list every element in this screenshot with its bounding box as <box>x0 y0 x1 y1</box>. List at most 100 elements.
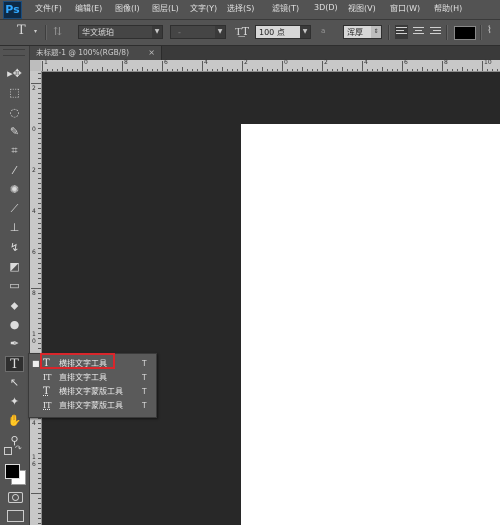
text-color-swatch[interactable] <box>454 26 476 40</box>
ruler-tick <box>38 148 41 149</box>
menu-select[interactable]: 选择(S) <box>227 3 254 14</box>
crop-tool[interactable]: ⌗ <box>5 143 24 159</box>
dodge-tool[interactable]: ● <box>5 317 24 333</box>
document-canvas[interactable] <box>241 124 500 525</box>
ruler-tick <box>31 493 41 494</box>
ruler-label: 6 <box>32 249 36 256</box>
orientation-toggle-icon[interactable]: ⇅ <box>53 25 62 38</box>
ruler-tick <box>38 273 41 274</box>
align-center-button[interactable] <box>412 25 425 39</box>
ruler-tick <box>31 288 41 289</box>
font-size-select[interactable]: 100 点 ▼ <box>255 25 311 39</box>
lasso-tool[interactable]: ◌ <box>5 105 24 121</box>
ruler-origin[interactable] <box>30 60 41 71</box>
quick-select-tool[interactable]: ✎ <box>5 124 24 140</box>
default-colors-icon[interactable] <box>4 447 12 455</box>
type-tool[interactable]: T <box>5 356 24 372</box>
font-family-select[interactable]: 华文琥珀 ▼ <box>78 25 163 39</box>
ruler-tick <box>357 69 358 71</box>
ruler-tick <box>38 348 41 349</box>
ruler-tick <box>387 69 388 71</box>
flyout-item-vertical-type-mask[interactable]: IT 直排文字蒙版工具 T <box>29 399 156 413</box>
menu-image[interactable]: 图像(I) <box>115 3 140 14</box>
menu-view[interactable]: 视图(V) <box>348 3 376 14</box>
ruler-label: 10 <box>484 59 492 66</box>
shape-tool[interactable]: ✦ <box>5 394 24 410</box>
ruler-tick <box>38 118 41 119</box>
eraser-tool[interactable]: ◩ <box>5 259 24 275</box>
chevron-down-icon: ▼ <box>300 26 310 38</box>
ruler-tick <box>367 69 368 71</box>
quick-mask-icon[interactable] <box>8 492 23 503</box>
ruler-tick <box>38 478 41 479</box>
ruler-tick <box>38 298 41 299</box>
brush-tool[interactable]: ⟋ <box>5 201 24 217</box>
ruler-tick <box>38 473 41 474</box>
flyout-item-vertical-type[interactable]: IT 直排文字工具 T <box>29 371 156 385</box>
horizontal-ruler[interactable]: 1 0 8 6 4 2 0 2 4 6 8 10 <box>30 59 500 72</box>
ruler-tick <box>38 253 41 254</box>
ruler-tick <box>417 69 418 71</box>
align-left-button[interactable] <box>395 25 408 39</box>
ruler-label: 1 <box>44 59 48 66</box>
move-tool[interactable]: ▸✥ <box>5 66 24 82</box>
vertical-ruler[interactable]: 2024681 01 21 41 6 <box>30 71 42 525</box>
flyout-item-horizontal-type-mask[interactable]: T 横排文字蒙版工具 T <box>29 385 156 399</box>
panel-grip[interactable] <box>3 49 25 56</box>
ruler-label: 1 6 <box>32 454 36 468</box>
ruler-tick <box>31 83 41 84</box>
ruler-tick <box>82 61 83 71</box>
path-select-tool[interactable]: ↖ <box>5 375 24 391</box>
menu-edit[interactable]: 编辑(E) <box>75 3 102 14</box>
ruler-tick <box>212 69 213 71</box>
screen-mode-icon[interactable] <box>7 510 24 522</box>
ruler-tick <box>317 69 318 71</box>
menu-type[interactable]: 文字(Y) <box>190 3 217 14</box>
ruler-tick <box>242 61 243 71</box>
warp-text-icon[interactable]: ⌇ <box>487 25 492 36</box>
ruler-tick <box>38 233 41 234</box>
ruler-tick <box>38 308 41 309</box>
menu-layer[interactable]: 图层(L) <box>152 3 179 14</box>
ruler-tick <box>437 69 438 71</box>
marquee-tool[interactable]: ⬚ <box>5 85 24 101</box>
menu-filter[interactable]: 滤镜(T) <box>272 3 299 14</box>
blur-tool[interactable]: ⬥ <box>5 298 24 314</box>
tool-preset-picker[interactable]: T <box>17 23 26 38</box>
close-icon[interactable]: × <box>148 46 155 60</box>
ruler-tick <box>38 338 41 339</box>
ruler-tick <box>287 69 288 71</box>
menu-file[interactable]: 文件(F) <box>35 3 62 14</box>
eyedropper-tool[interactable]: ⁄ <box>5 163 24 179</box>
ruler-tick <box>38 143 41 144</box>
ruler-tick <box>262 67 263 71</box>
ruler-tick <box>412 69 413 71</box>
ruler-tick <box>38 438 41 439</box>
hand-tool[interactable]: ✋ <box>5 413 24 429</box>
clone-stamp-tool[interactable]: ⊥ <box>5 220 24 236</box>
font-size-icon: T͟T <box>235 25 250 38</box>
ruler-tick <box>38 93 41 94</box>
menu-help[interactable]: 帮助(H) <box>434 3 462 14</box>
chevron-down-icon[interactable]: ▾ <box>34 28 37 35</box>
document-tab[interactable]: 未标题-1 @ 100%(RGB/8) × <box>30 46 162 60</box>
antialias-select[interactable]: 浑厚 ⇕ <box>343 25 382 39</box>
font-style-select[interactable]: - ▼ <box>170 25 226 39</box>
ruler-label: 2 <box>324 59 328 66</box>
menu-3d[interactable]: 3D(D) <box>314 3 338 12</box>
ruler-tick <box>427 69 428 71</box>
ruler-tick <box>38 78 41 79</box>
ruler-tick <box>107 69 108 71</box>
gradient-tool[interactable]: ▭ <box>5 278 24 294</box>
horizontal-type-mask-icon: T <box>43 386 50 397</box>
antialias-icon: a <box>321 27 325 35</box>
ruler-tick <box>497 69 498 71</box>
menu-window[interactable]: 窗口(W) <box>390 3 420 14</box>
foreground-color-swatch[interactable] <box>5 464 20 479</box>
pen-tool[interactable]: ✒ <box>5 336 24 352</box>
align-right-button[interactable] <box>429 25 442 39</box>
history-brush-tool[interactable]: ↯ <box>5 240 24 256</box>
swap-colors-icon[interactable]: ↷ <box>15 444 22 453</box>
healing-tool[interactable]: ✺ <box>5 182 24 198</box>
ruler-tick <box>277 69 278 71</box>
